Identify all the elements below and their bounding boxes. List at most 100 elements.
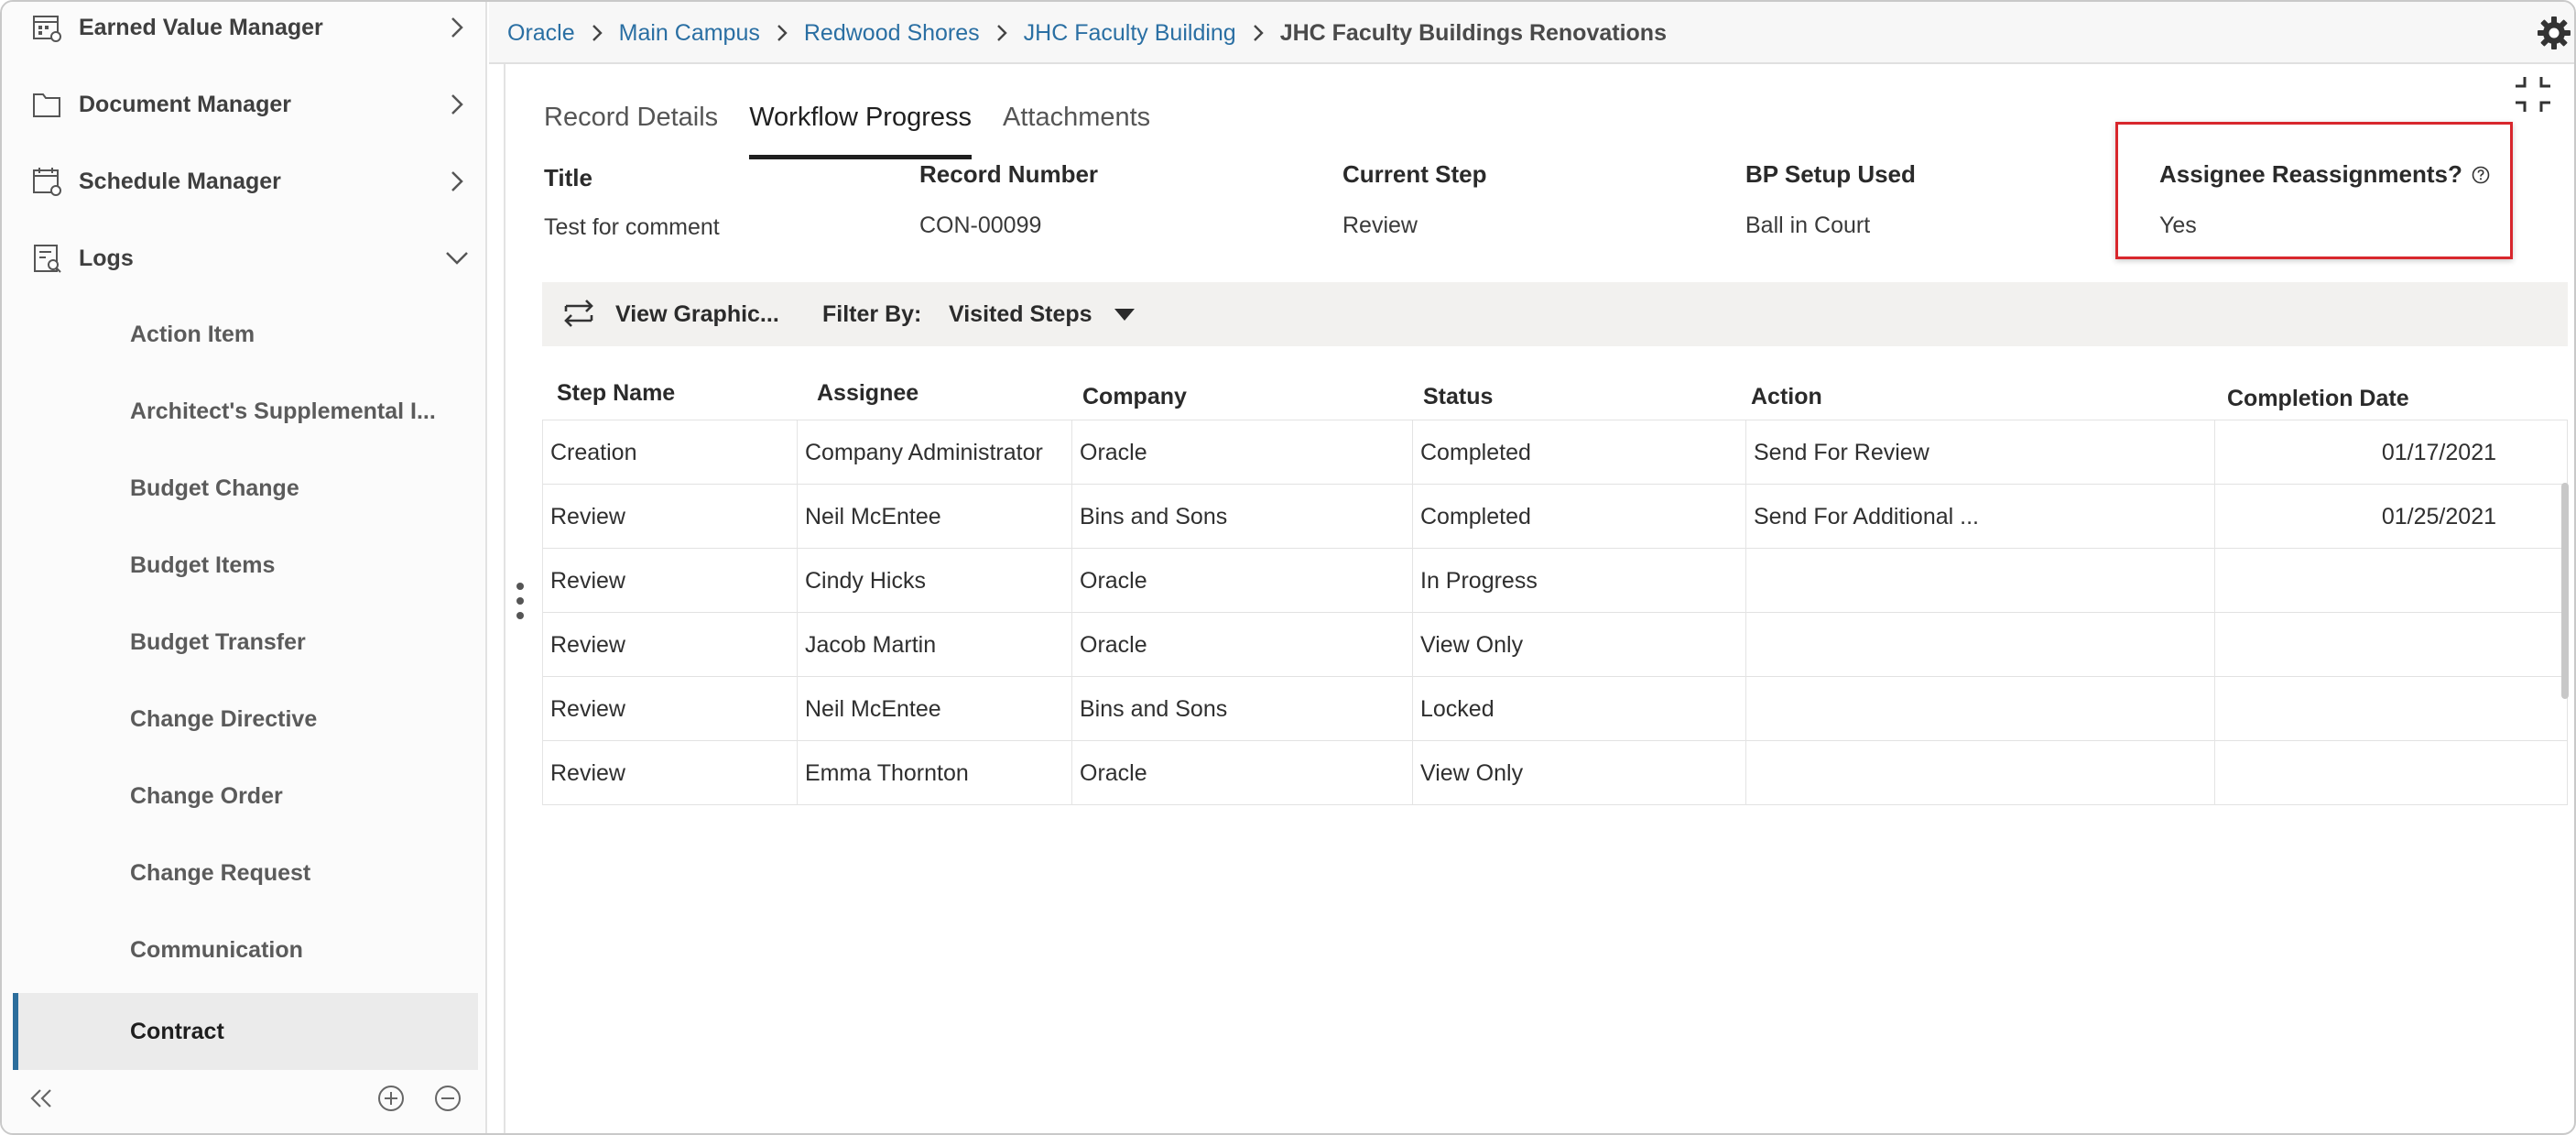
cell-completion-date: 01/25/2021	[2214, 485, 2568, 549]
tab-workflow-progress[interactable]: Workflow Progress	[749, 82, 972, 159]
column-header[interactable]: Assignee	[817, 366, 918, 420]
sidebar-item-budget-transfer[interactable]: Budget Transfer	[13, 608, 478, 676]
column-header[interactable]: Completion Date	[2227, 372, 2409, 425]
sidebar-item-communication[interactable]: Communication	[13, 916, 478, 984]
sidebar-item-logs[interactable]: Logs	[2, 229, 487, 288]
graphic-view-icon[interactable]	[560, 295, 597, 332]
breadcrumb-current: JHC Faculty Buildings Renovations	[1279, 19, 1667, 46]
cell-assignee: Company Administrator	[797, 420, 1071, 485]
cell-step-name: Review	[542, 741, 797, 805]
calendar-chart-icon	[29, 10, 64, 45]
breadcrumb-link[interactable]: Redwood Shores	[804, 20, 980, 47]
cell-completion-date	[2214, 613, 2568, 677]
table-row[interactable]: Review Neil McEntee Bins and Sons Comple…	[542, 485, 2567, 549]
cell-company: Oracle	[1071, 613, 1412, 677]
sidebar-item-schedule-manager[interactable]: Schedule Manager	[2, 152, 487, 211]
help-icon[interactable]	[2472, 166, 2490, 184]
sidebar-item-budget-change[interactable]: Budget Change	[13, 454, 478, 522]
sidebar-item-label: Document Manager	[79, 91, 291, 117]
cell-action	[1745, 613, 2214, 677]
field-assignee-reassignments: Assignee Reassignments? Yes	[2159, 160, 2490, 239]
table-row[interactable]: Review Cindy Hicks Oracle In Progress	[542, 549, 2567, 613]
sidebar-item-contract[interactable]: Contract	[13, 993, 478, 1070]
sidebar-item-change-directive[interactable]: Change Directive	[13, 685, 478, 753]
cell-action: Send For Additional ...	[1745, 485, 2214, 549]
resize-handle-icon[interactable]	[515, 581, 526, 621]
sidebar: Earned Value Manager Document Manager Sc…	[2, 2, 487, 1133]
cell-completion-date	[2214, 549, 2568, 613]
sidebar-item-document-manager[interactable]: Document Manager	[2, 75, 487, 134]
column-header[interactable]: Company	[1082, 370, 1187, 423]
view-graphic-button[interactable]: View Graphic...	[615, 301, 779, 328]
calendar-clock-icon	[29, 164, 64, 199]
cell-status: View Only	[1412, 613, 1745, 677]
cell-company: Oracle	[1071, 549, 1412, 613]
collapse-all-icon[interactable]	[430, 1081, 465, 1116]
sidebar-item-change-order[interactable]: Change Order	[13, 762, 478, 830]
filter-select[interactable]: Visited Steps	[949, 301, 1135, 328]
field-title: Title Test for comment	[544, 160, 720, 241]
breadcrumb-link[interactable]: Oracle	[507, 20, 575, 47]
sidebar-item-budget-items[interactable]: Budget Items	[13, 531, 478, 599]
caret-down-icon	[1114, 308, 1135, 321]
tab-bar: Record Details Workflow Progress Attachm…	[505, 82, 1150, 159]
sidebar-item-label: Change Request	[130, 859, 311, 886]
chevron-right-icon	[575, 23, 619, 43]
cell-action: Send For Review	[1745, 420, 2214, 485]
chevron-down-icon	[443, 245, 471, 272]
column-header[interactable]: Action	[1751, 370, 1822, 423]
table-row[interactable]: Review Jacob Martin Oracle View Only	[542, 613, 2567, 677]
cell-status: Locked	[1412, 677, 1745, 741]
field-label: Title	[544, 164, 592, 191]
grid-body: Creation Company Administrator Oracle Co…	[542, 420, 2568, 805]
gear-icon[interactable]	[2536, 15, 2572, 51]
chevron-right-icon	[443, 91, 471, 118]
filter-label: Filter By:	[822, 300, 922, 327]
field-label: Current Step	[1342, 160, 1487, 188]
field-record-number: Record Number CON-00099	[919, 160, 1098, 239]
workflow-content: Record Details Workflow Progress Attachm…	[504, 64, 2574, 1133]
sidebar-item-architects-supplemental[interactable]: Architect's Supplemental I...	[13, 377, 478, 445]
table-row[interactable]: Review Emma Thornton Oracle View Only	[542, 741, 2567, 805]
main-panel: Oracle Main Campus Redwood Shores JHC Fa…	[489, 2, 2574, 1133]
sidebar-item-label: Contract	[130, 1018, 224, 1044]
breadcrumb-link[interactable]: JHC Faculty Building	[1024, 20, 1236, 47]
field-value: Test for comment	[544, 214, 720, 240]
chevron-right-icon	[443, 168, 471, 195]
collapse-view-icon[interactable]	[2512, 73, 2554, 115]
field-value: Review	[1342, 213, 1418, 238]
sidebar-item-label: Logs	[79, 245, 134, 271]
chevron-right-icon	[443, 14, 471, 41]
sidebar-item-label: Architect's Supplemental I...	[130, 398, 436, 424]
sidebar-item-label: Change Order	[130, 782, 283, 809]
tab-record-details[interactable]: Record Details	[544, 82, 718, 159]
sidebar-item-earned-value-manager[interactable]: Earned Value Manager	[2, 2, 487, 57]
sidebar-item-label: Budget Items	[130, 551, 276, 578]
cell-completion-date	[2214, 741, 2568, 805]
cell-assignee: Neil McEntee	[797, 677, 1071, 741]
sidebar-item-label: Communication	[130, 936, 303, 963]
table-row[interactable]: Review Neil McEntee Bins and Sons Locked	[542, 677, 2567, 741]
breadcrumb: Oracle Main Campus Redwood Shores JHC Fa…	[507, 2, 1667, 64]
breadcrumb-link[interactable]: Main Campus	[619, 20, 760, 47]
sidebar-item-change-request[interactable]: Change Request	[13, 839, 478, 907]
cell-assignee: Emma Thornton	[797, 741, 1071, 805]
filter-value: Visited Steps	[949, 300, 1092, 327]
expand-all-icon[interactable]	[374, 1081, 408, 1116]
cell-step-name: Review	[542, 549, 797, 613]
cell-company: Oracle	[1071, 420, 1412, 485]
field-label: BP Setup Used	[1745, 160, 1916, 188]
folder-icon	[29, 87, 64, 122]
workflow-toolbar: View Graphic... Filter By: Visited Steps	[542, 282, 2568, 346]
tab-attachments[interactable]: Attachments	[1003, 82, 1150, 159]
column-header[interactable]: Step Name	[557, 366, 675, 420]
field-current-step: Current Step Review	[1342, 160, 1486, 239]
sidebar-item-action-item[interactable]: Action Item	[13, 300, 478, 368]
cell-company: Oracle	[1071, 741, 1412, 805]
collapse-sidebar-icon[interactable]	[24, 1081, 59, 1116]
table-row[interactable]: Creation Company Administrator Oracle Co…	[542, 420, 2567, 485]
field-value: Yes	[2159, 213, 2197, 238]
column-header[interactable]: Status	[1423, 370, 1493, 423]
sidebar-item-label: Budget Transfer	[130, 628, 306, 655]
vertical-scrollbar[interactable]	[2561, 483, 2569, 699]
